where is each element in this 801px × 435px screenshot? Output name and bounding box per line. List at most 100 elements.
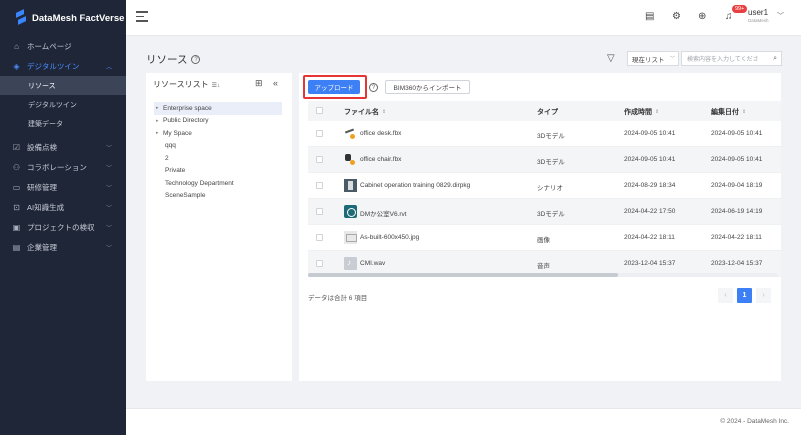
table-row[interactable]: office chair.fbx 3Dモデル 2024-09-05 10:41 202…: [308, 147, 781, 173]
sidebar-item-inspection[interactable]: ☑ 設備点検 ﹀: [0, 137, 126, 157]
sidebar-subitem-building-data[interactable]: 建築データ: [0, 114, 126, 133]
copyright: © 2024 - DataMesh Inc.: [720, 418, 789, 425]
help-icon[interactable]: ?: [191, 55, 201, 64]
column-label: タイプ: [537, 109, 558, 116]
row-checkbox[interactable]: [316, 208, 323, 215]
sidebar-item-home[interactable]: ⌂ ホームページ: [0, 36, 126, 56]
next-page-button[interactable]: ›: [756, 288, 771, 303]
search-input[interactable]: 検索内容を入力してくださ ⌕: [681, 51, 782, 66]
tree-item-2[interactable]: 2: [154, 152, 282, 165]
table-row[interactable]: As-built-600x450.jpg 画像 2024-04-22 18:11 20…: [308, 225, 781, 251]
tree-item-enterprise-space[interactable]: ▸ Enterprise space: [154, 102, 282, 115]
file-name[interactable]: office desk.fbx: [360, 130, 401, 137]
tree-item-scenesample[interactable]: SceneSample: [154, 190, 282, 203]
enterprise-icon: ▤: [12, 242, 21, 252]
caret-right-icon[interactable]: ▸: [154, 105, 163, 111]
row-checkbox[interactable]: [316, 156, 323, 163]
row-checkbox[interactable]: [316, 260, 323, 267]
top-header: ▤ ⚙ ⊕ ♫ 99+ user1 DataMesh ﹀: [126, 0, 801, 36]
column-header-created[interactable]: 作成時間 ⇕: [624, 107, 659, 117]
created-time: 2024-04-22 18:11: [624, 234, 675, 241]
tree-item-label: Enterprise space: [163, 104, 212, 112]
sort-icon[interactable]: ⇕: [655, 109, 659, 115]
chevron-down-icon[interactable]: ﹀: [777, 11, 784, 21]
caret-right-icon[interactable]: ▸: [154, 118, 163, 124]
table-row[interactable]: DMか公室V6.rvt 3Dモデル 2024-04-22 17:50 2024-06-…: [308, 199, 781, 225]
tree-item-label: My Space: [163, 129, 192, 137]
search-icon[interactable]: ⌕: [773, 55, 777, 63]
file-name[interactable]: office chair.fbx: [360, 156, 401, 163]
sidebar-item-digital-twin[interactable]: ◈ デジタルツイン ︿: [0, 56, 126, 76]
file-thumbnail-icon: [344, 205, 357, 218]
row-checkbox[interactable]: [316, 182, 323, 189]
caret-right-icon[interactable]: ▸: [154, 130, 163, 136]
collapse-panel-icon[interactable]: «: [273, 78, 278, 88]
tree-item-public-directory[interactable]: ▸ Public Directory: [154, 115, 282, 128]
upload-button[interactable]: アップロード: [308, 80, 360, 94]
scope-select[interactable]: 現在リスト ﹀: [627, 51, 679, 66]
file-list-panel: アップロード ? BIM360からインポート ファイル名 ⇕ タイプ 作成時間 ⇕ …: [299, 73, 781, 381]
sidebar-item-label: 研修管理: [27, 182, 57, 192]
resource-list-title: リソースリスト ☰↓: [153, 79, 220, 90]
created-time: 2023-12-04 15:37: [624, 260, 676, 267]
page-number-button[interactable]: 1: [737, 288, 752, 303]
sidebar-subitem-digital-twin[interactable]: デジタルツイン: [0, 95, 126, 114]
column-header-filename[interactable]: ファイル名 ⇕: [344, 107, 386, 117]
sidebar-item-collaboration[interactable]: ⚇ コラボレーション ﹀: [0, 157, 126, 177]
chevron-down-icon: ﹀: [669, 56, 675, 62]
select-all-checkbox[interactable]: [316, 107, 323, 114]
row-checkbox[interactable]: [316, 234, 323, 241]
building-icon[interactable]: ▤: [645, 11, 654, 22]
tree-item-private[interactable]: Private: [154, 165, 282, 178]
column-header-edited[interactable]: 編集日付 ⇕: [711, 107, 746, 117]
sidebar-item-ai-knowledge[interactable]: ⊡ AI知識生成 ﹀: [0, 197, 126, 217]
tree-item-qqq[interactable]: qqq: [154, 140, 282, 153]
chevron-down-icon: ﹀: [105, 185, 112, 192]
prev-page-button[interactable]: ‹: [718, 288, 733, 303]
sidebar-item-enterprise[interactable]: ▤ 企業管理 ﹀: [0, 237, 126, 257]
robot-icon[interactable]: ⚙: [672, 11, 681, 22]
project-icon: ▣: [12, 222, 21, 232]
globe-icon[interactable]: ⊕: [698, 11, 706, 22]
file-thumbnail-icon: [344, 231, 357, 244]
file-name[interactable]: DMか公室V6.rvt: [360, 208, 407, 218]
bell-icon[interactable]: ♫: [725, 11, 733, 22]
new-folder-icon[interactable]: ⊞: [255, 78, 263, 89]
tree-item-my-space[interactable]: ▸ My Space: [154, 127, 282, 140]
horizontal-scrollbar[interactable]: [308, 273, 778, 277]
edited-date: 2024-06-19 14:19: [711, 208, 763, 215]
created-time: 2024-09-05 10:41: [624, 156, 676, 163]
sort-icon[interactable]: ⇕: [382, 109, 386, 115]
menu-toggle-icon[interactable]: [136, 11, 148, 22]
sort-icon[interactable]: ⇕: [742, 109, 746, 115]
username[interactable]: user1: [748, 8, 768, 17]
filter-icon[interactable]: ▽: [607, 53, 615, 64]
sidebar-item-project-acceptance[interactable]: ▣ プロジェクトの検収 ﹀: [0, 217, 126, 237]
file-name[interactable]: CMI.wav: [360, 260, 385, 267]
sidebar: DataMesh FactVerse ⌂ ホームページ ◈ デジタルツイン ︿ …: [0, 0, 126, 435]
app-logo[interactable]: DataMesh FactVerse: [0, 0, 126, 36]
help-icon[interactable]: ?: [369, 83, 378, 92]
total-count: データは合計 6 項目: [308, 295, 368, 302]
file-name[interactable]: As-built-600x450.jpg: [360, 234, 419, 241]
tree-item-technology-department[interactable]: Technology Department: [154, 177, 282, 190]
file-thumbnail-icon: [344, 127, 357, 140]
edited-date: 2024-04-22 18:11: [711, 234, 762, 241]
sidebar-item-label: ホームページ: [27, 41, 72, 51]
table-row[interactable]: office desk.fbx 3Dモデル 2024-09-05 10:41 2024…: [308, 121, 781, 147]
sidebar-subitem-resources[interactable]: リソース: [0, 76, 126, 95]
bim360-import-button[interactable]: BIM360からインポート: [385, 80, 470, 94]
user-org: DataMesh: [748, 18, 769, 23]
folder-tree: ▸ Enterprise space ▸ Public Directory ▸ My …: [154, 102, 282, 202]
sidebar-item-training[interactable]: ▭ 研修管理 ﹀: [0, 177, 126, 197]
cube-icon: ◈: [13, 61, 20, 71]
row-checkbox[interactable]: [316, 130, 323, 137]
chevron-down-icon: ﹀: [105, 145, 112, 152]
table-row[interactable]: Cabinet operation training 0829.dirpkg シナ…: [308, 173, 781, 199]
tree-item-label: SceneSample: [165, 192, 206, 200]
scrollbar-thumb[interactable]: [308, 273, 618, 277]
sidebar-item-label: コラボレーション: [27, 162, 87, 172]
sort-icon[interactable]: ☰↓: [212, 83, 220, 89]
file-name[interactable]: Cabinet operation training 0829.dirpkg: [360, 182, 470, 189]
search-placeholder: 検索内容を入力してくださ: [687, 57, 759, 63]
